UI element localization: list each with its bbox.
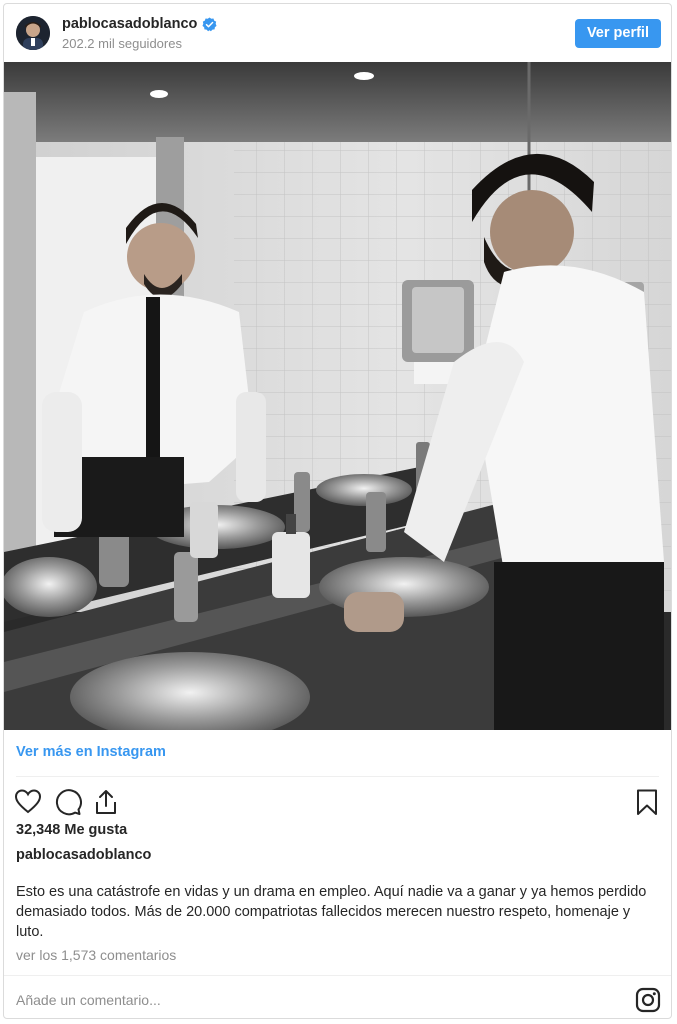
view-more-on-instagram-link[interactable]: Ver más en Instagram [16,744,166,760]
post-header: pablocasadoblanco 202.2 mil seguidores V… [4,4,671,62]
follower-count: 202.2 mil seguidores [62,36,182,51]
view-comments-link[interactable]: ver los 1,573 comentarios [16,947,176,963]
bookmark-icon[interactable] [633,788,661,816]
heart-icon[interactable] [14,788,42,816]
comment-icon[interactable] [54,788,82,816]
view-profile-button[interactable]: Ver perfil [574,19,661,48]
caption-username[interactable]: pablocasadoblanco [16,847,151,863]
action-bar [4,784,671,820]
bathroom-mirror-photo [4,62,671,742]
instagram-embed-card: pablocasadoblanco 202.2 mil seguidores V… [3,3,672,1019]
caption-text: Esto es una catástrofe en vidas y un dra… [16,884,647,940]
username[interactable]: pablocasadoblanco [62,16,197,32]
instagram-logo-icon[interactable] [635,987,661,1013]
like-count[interactable]: 32,348 Me gusta [16,822,127,838]
divider [16,776,659,777]
post-photo[interactable] [4,62,671,742]
share-icon[interactable] [92,788,120,816]
divider [4,975,671,976]
verified-badge-icon [202,17,217,32]
avatar[interactable] [16,16,50,50]
comment-input[interactable] [16,988,596,1012]
